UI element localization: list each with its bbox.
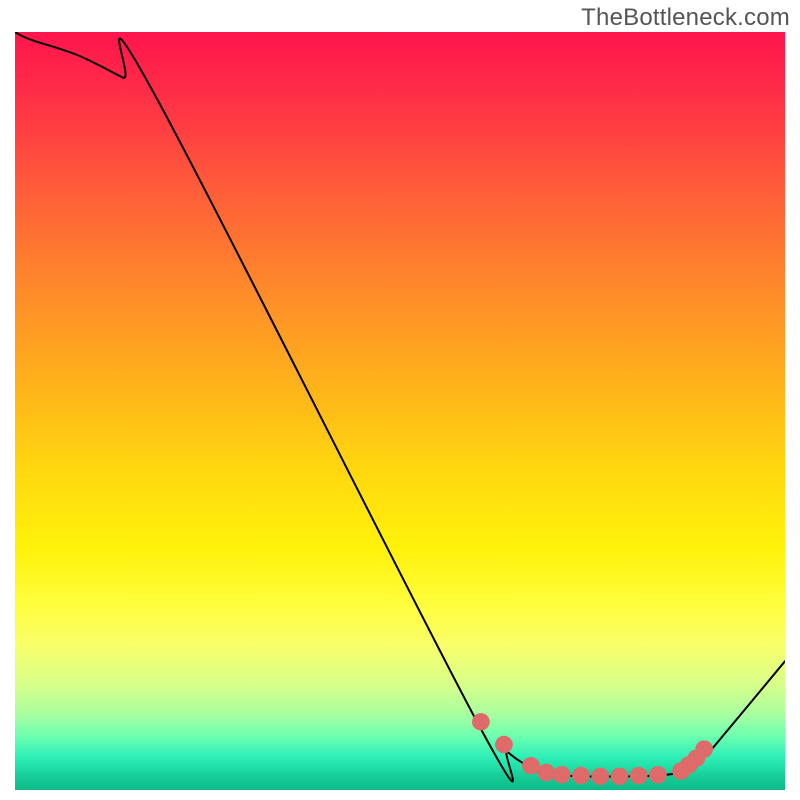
marker-dot bbox=[630, 767, 648, 784]
marker-dot bbox=[649, 766, 667, 783]
marker-dot bbox=[591, 768, 609, 785]
marker-dot bbox=[495, 736, 513, 753]
marker-dots bbox=[472, 713, 713, 785]
marker-dot bbox=[611, 768, 629, 785]
marker-dot bbox=[537, 764, 555, 781]
marker-dot bbox=[572, 767, 590, 784]
marker-dot bbox=[522, 757, 540, 774]
bottleneck-curve bbox=[15, 32, 785, 781]
curve-layer bbox=[15, 32, 785, 790]
marker-dot bbox=[553, 766, 571, 783]
watermark-text: TheBottleneck.com bbox=[581, 4, 790, 32]
plot-area bbox=[15, 32, 785, 790]
marker-dot bbox=[472, 713, 490, 730]
chart-frame: TheBottleneck.com bbox=[0, 0, 800, 800]
marker-dot bbox=[695, 740, 713, 757]
